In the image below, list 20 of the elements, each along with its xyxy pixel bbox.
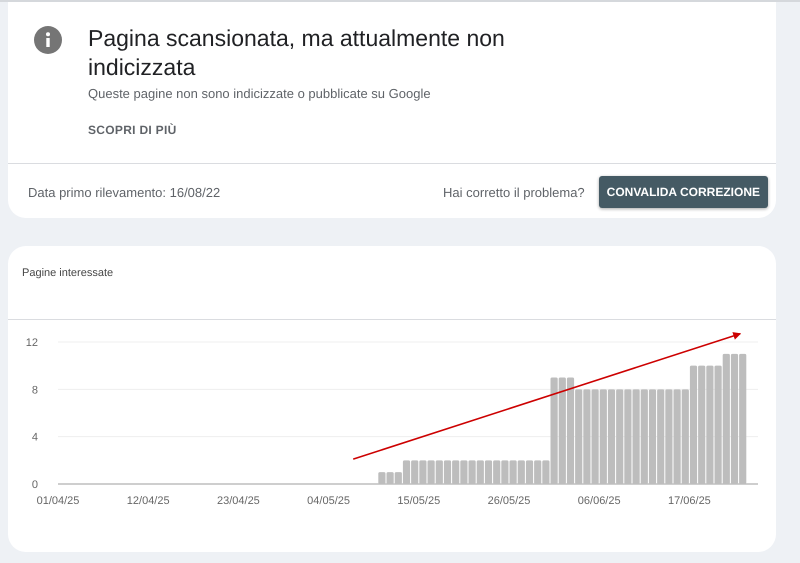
x-axis-label: 01/04/25	[36, 495, 80, 507]
x-axis-label: 17/06/25	[668, 495, 711, 507]
x-axis-label: 12/04/25	[126, 495, 170, 507]
y-axis-label: 12	[26, 337, 38, 349]
issue-description: Queste pagine non sono indicizzate o pubblicate su Google	[88, 86, 432, 101]
fixed-question: Hai corretto il problema?	[443, 184, 585, 200]
x-axis-label: 06/06/25	[578, 495, 621, 507]
y-axis-label: 4	[32, 432, 38, 444]
x-axis-label: 15/05/25	[397, 495, 440, 507]
issue-title: Pagina scansionata, ma attualmente non indicizzata	[88, 24, 506, 82]
x-axis-label: 26/05/25	[488, 495, 530, 507]
info-icon	[34, 26, 62, 54]
validate-fix-button[interactable]: CONVALIDA CORREZIONE	[598, 176, 768, 208]
chart-title: Pagine interessate	[22, 267, 114, 279]
y-axis-label: 0	[32, 479, 38, 491]
first-detected-date: Data primo rilevamento: 16/08/22	[28, 184, 222, 200]
x-axis-label: 04/05/25	[307, 495, 350, 507]
x-axis-label: 23/04/25	[216, 495, 260, 507]
y-axis-label: 8	[32, 384, 38, 396]
learn-more-link[interactable]: SCOPRI DI PIÙ	[88, 123, 177, 137]
